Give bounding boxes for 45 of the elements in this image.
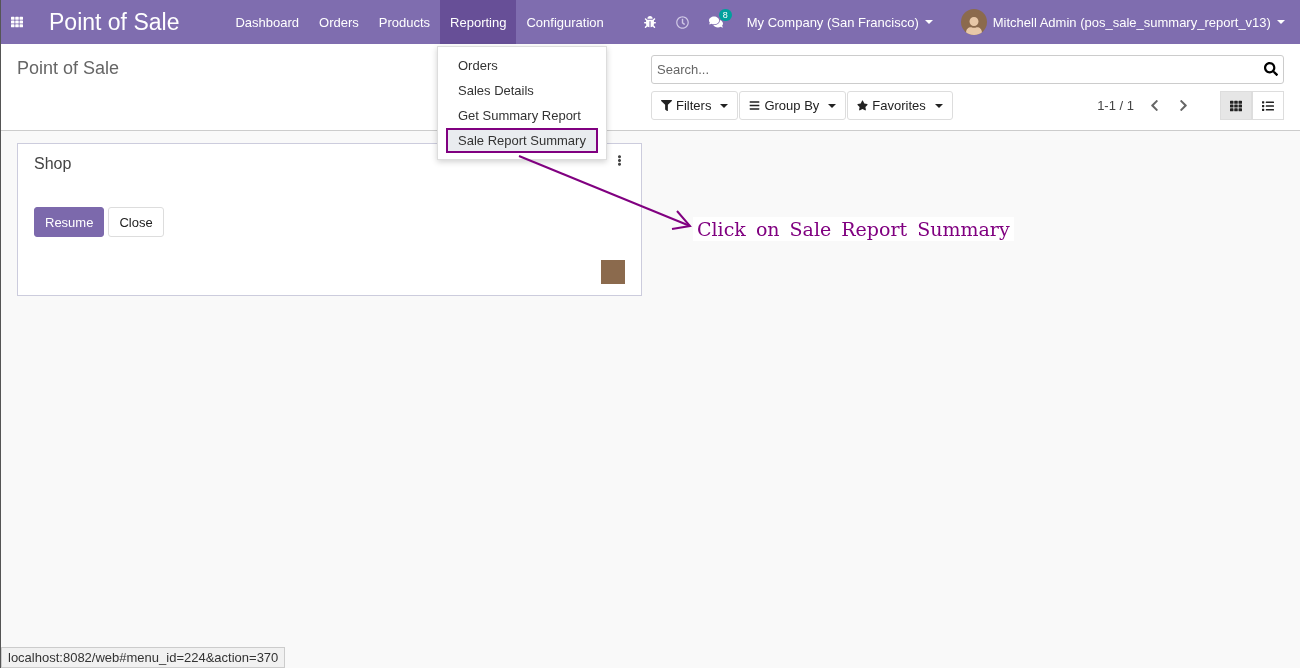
search-field[interactable]: Search... <box>651 55 1284 84</box>
caret-icon <box>924 20 933 24</box>
list-icon <box>1262 99 1274 112</box>
view-switch[interactable] <box>1220 91 1252 120</box>
message-count: 8 <box>718 9 732 21</box>
dropdown-item[interactable]: Get Summary Report <box>438 103 606 128</box>
filter-dropdown[interactable]: Filters <box>651 91 739 120</box>
caret-icon <box>1276 20 1285 24</box>
search-icon[interactable] <box>1264 62 1278 76</box>
menu-item[interactable]: Dashboard <box>225 0 310 44</box>
menu-item[interactable]: Configuration <box>516 0 614 44</box>
menu-item[interactable]: Reporting <box>440 0 517 44</box>
list-icon <box>749 100 761 111</box>
card-button[interactable]: Close <box>108 207 164 237</box>
star-icon <box>857 100 869 111</box>
apps-icon[interactable] <box>11 16 23 28</box>
caret-icon <box>828 103 837 108</box>
bug-icon[interactable] <box>643 16 656 28</box>
grid-icon <box>1230 99 1242 112</box>
caret-icon <box>934 103 943 108</box>
chat-icon[interactable] <box>708 15 723 29</box>
menu-item[interactable]: Orders <box>309 0 369 44</box>
photo-placeholder <box>601 260 625 284</box>
caret-icon <box>720 103 729 108</box>
dropdown-item[interactable]: Sale Report Summary <box>446 128 598 153</box>
previous-icon[interactable] <box>1148 99 1161 112</box>
company-switcher[interactable]: My Company (San Francisco) <box>746 14 933 30</box>
card-button[interactable]: Resume <box>34 207 105 237</box>
card-title: Shop <box>34 155 72 173</box>
breadcrumb: Point of Sale <box>17 58 120 80</box>
avatar-icon <box>960 9 987 35</box>
dropdown-item[interactable]: Orders <box>438 53 606 78</box>
menu-item[interactable]: Products <box>368 0 441 44</box>
status-url: localhost:8082/web#menu_id=224&action=370 <box>1 647 286 668</box>
clock-icon[interactable] <box>675 15 689 29</box>
user-menu[interactable]: Mitchell Admin (pos_sale_summary_report_v13) <box>960 9 1285 35</box>
pager: 1-1 / 1 <box>1097 98 1134 113</box>
filter-dropdown[interactable]: Group By <box>739 91 847 120</box>
view-switch[interactable] <box>1252 91 1284 120</box>
filter-dropdown[interactable]: Favorites <box>847 91 953 120</box>
annotation-text: Click on Sale Report Summary <box>693 217 1014 241</box>
dropdown-item[interactable]: Sales Details <box>438 78 606 103</box>
filter-icon <box>661 100 672 111</box>
app-title: Point of Sale <box>49 8 180 36</box>
next-icon[interactable] <box>1177 99 1190 112</box>
